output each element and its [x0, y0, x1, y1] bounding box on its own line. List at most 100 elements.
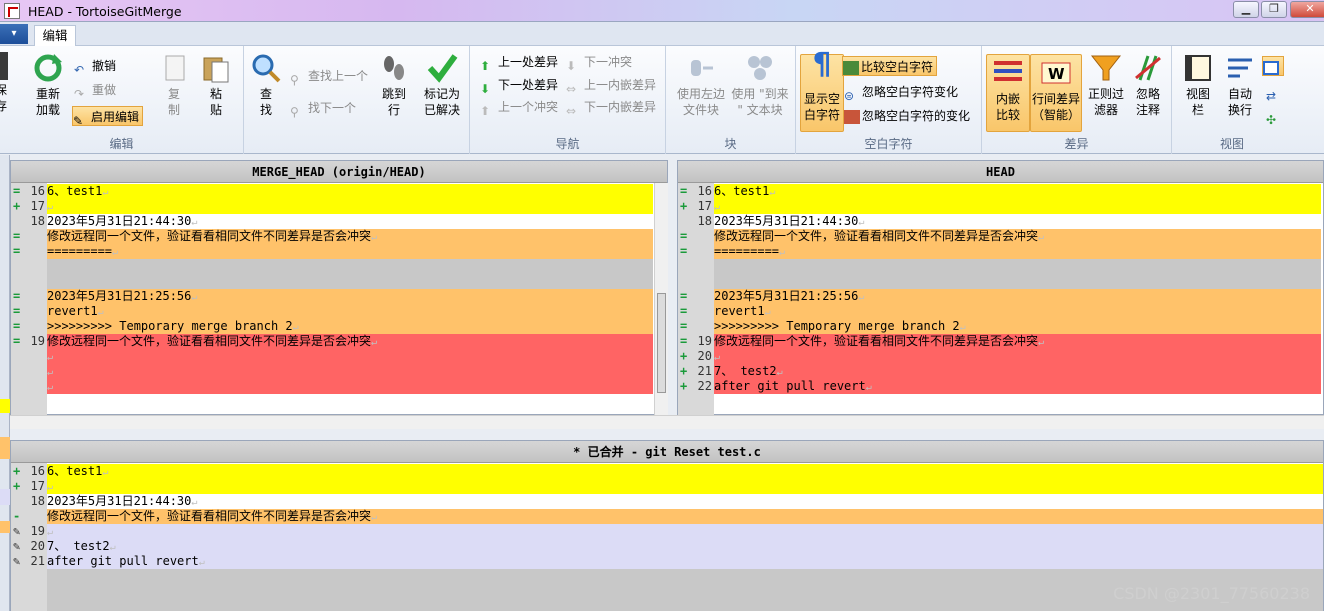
diff-line[interactable]: = revert1↵ — [11, 304, 653, 319]
prev-inline-button[interactable]: ⇔ 上一内嵌差异 — [566, 75, 656, 96]
diff-line[interactable]: ↵ — [11, 379, 653, 394]
prev-conflict-button[interactable]: ⬆ 上一个冲突 — [480, 97, 558, 118]
diff-line[interactable]: +17 ↵ — [11, 199, 653, 214]
diff-line[interactable]: 18 2023年5月31日21:44:30↵ — [11, 214, 653, 229]
find-prev-button[interactable]: ⚲ 查找上一个 — [290, 66, 368, 87]
line-text: revert1↵ — [47, 304, 104, 318]
diff-line[interactable]: +16 6、test1↵ — [11, 464, 1323, 479]
right-pane-mine[interactable]: HEAD = 16 6、test1↵ +17 ↵ 18 2023年5月31日21:44:30… — [677, 160, 1324, 415]
diff-line[interactable]: +20 ↵ — [678, 349, 1321, 364]
find-button[interactable]: 查 找 — [244, 46, 288, 118]
maximize-button[interactable]: ❐ — [1261, 1, 1287, 18]
goto-line-button[interactable]: 跳到 行 — [372, 46, 416, 118]
app-menu-button[interactable]: ▾ — [0, 24, 28, 44]
group-view: 视图 栏 自动 换行 ⇄ ✣ 视图 — [1172, 46, 1292, 154]
diff-line[interactable] — [678, 274, 1321, 289]
diff-line[interactable]: 18 2023年5月31日21:44:30↵ — [678, 214, 1321, 229]
tab-edit[interactable]: 编辑 — [34, 25, 76, 47]
layout-toggle-button[interactable] — [1262, 56, 1284, 76]
word-diff-icon: W — [1040, 57, 1072, 89]
line-marker: + — [680, 199, 688, 213]
line-number: 16 — [30, 464, 45, 478]
diff-line[interactable]: ↵ — [11, 349, 653, 364]
ignore-all-ws-icon — [844, 109, 860, 124]
diff-line[interactable]: = =========↵ — [678, 244, 1321, 259]
diff-line[interactable]: ↵ — [11, 364, 653, 379]
diff-line[interactable]: - 修改远程同一个文件，验证看看相同文件不同差异是否会冲突↵ — [11, 509, 1323, 524]
ignore-all-ws-button[interactable]: 忽略空白字符的变化 — [844, 106, 970, 126]
copy-button[interactable]: 复 制 — [152, 46, 196, 118]
diff-line[interactable]: +17 ↵ — [678, 199, 1321, 214]
left-location-strip[interactable] — [0, 155, 10, 611]
ignore-ws-change-button[interactable]: ⊜ 忽略空白字符变化 — [844, 82, 958, 103]
enable-edit-button[interactable]: ✎ 启用编辑 — [72, 106, 144, 128]
minimize-button[interactable]: ▁ — [1233, 1, 1259, 18]
line-number: 22 — [697, 379, 712, 393]
line-end-marker: ↵ — [47, 202, 54, 213]
diff-line[interactable]: +21 7、 test2↵ — [678, 364, 1321, 379]
use-incoming-block-button[interactable]: 使用 "到来 " 文本块 — [730, 46, 790, 118]
diff-line[interactable]: = >>>>>>>>> Temporary merge branch 2↵ — [11, 319, 653, 334]
mark-resolved-button[interactable]: 标记为 已解决 — [420, 46, 464, 118]
diff-line[interactable]: = 16 6、test1↵ — [11, 184, 653, 199]
swap-button[interactable]: ⇄ — [1266, 82, 1284, 103]
diff-line[interactable]: = 2023年5月31日21:25:56↵ — [11, 289, 653, 304]
close-button[interactable]: ✕ — [1290, 1, 1324, 18]
save-button[interactable]: 保存 — [0, 46, 12, 114]
line-marker: = — [680, 184, 688, 198]
paste-button[interactable]: 粘 贴 — [194, 46, 238, 118]
diff-line[interactable]: = 16 6、test1↵ — [678, 184, 1321, 199]
diff-line[interactable]: = 修改远程同一个文件，验证看看相同文件不同差异是否会冲突↵ — [678, 229, 1321, 244]
line-text: >>>>>>>>> Temporary merge branch 2↵ — [47, 319, 299, 333]
diff-line[interactable]: = 19 修改远程同一个文件，验证看看相同文件不同差异是否会冲突↵ — [11, 334, 653, 349]
top-horizontal-scrollbar[interactable] — [10, 415, 1324, 429]
inline-diff-icon — [992, 57, 1024, 89]
diff-line[interactable]: = 19 修改远程同一个文件，验证看看相同文件不同差异是否会冲突↵ — [678, 334, 1321, 349]
find-next-button[interactable]: ⚲ 找下一个 — [290, 98, 356, 119]
search-small-icon: ⚲ — [290, 72, 299, 87]
diff-line[interactable] — [11, 274, 653, 289]
find-label: 查 找 — [259, 87, 272, 117]
diff-line[interactable]: = 2023年5月31日21:25:56↵ — [678, 289, 1321, 304]
use-left-block-label: 使用左边 文件块 — [676, 87, 725, 117]
line-diff-smart-button[interactable]: W 行间差异 （智能） — [1030, 54, 1082, 132]
next-diff-button[interactable]: ⬇ 下一处差异 — [480, 75, 558, 96]
diff-line[interactable]: ✎ 19 ↵ — [11, 524, 1323, 539]
diff-line[interactable]: +17 ↵ — [11, 479, 1323, 494]
diff-line[interactable]: ✎ 21 after git pull revert↵ — [11, 554, 1323, 569]
regex-filter-button[interactable]: 正则过 滤器 — [1084, 46, 1128, 118]
diff-line[interactable]: ✎ 20 7、 test2↵ — [11, 539, 1323, 554]
line-text: 2023年5月31日21:25:56↵ — [714, 289, 865, 303]
view-bar-button[interactable]: 视图 栏 — [1176, 46, 1220, 118]
prev-diff-button[interactable]: ⬆ 上一处差异 — [480, 52, 558, 73]
reload-button[interactable]: 重新 加载 — [26, 46, 70, 118]
auto-wrap-button[interactable]: 自动 换行 — [1218, 46, 1262, 118]
reload-icon — [32, 52, 64, 84]
line-marker: = — [13, 304, 21, 318]
show-whitespace-button[interactable]: ¶ 显示空 白字符 — [800, 50, 844, 132]
use-left-block-button[interactable]: 使用左边 文件块 — [672, 46, 730, 118]
diff-line[interactable]: 18 2023年5月31日21:44:30↵ — [11, 494, 1323, 509]
line-text: 6、test1↵ — [47, 184, 109, 198]
collapse-button[interactable]: ✣ — [1266, 106, 1284, 127]
line-end-marker: ↵ — [102, 467, 109, 478]
left-vertical-scrollbar[interactable] — [654, 183, 668, 415]
diff-line[interactable]: = revert1↵ — [678, 304, 1321, 319]
diff-line[interactable]: +22 after git pull revert↵ — [678, 379, 1321, 394]
next-conflict-button[interactable]: ⬇ 下一冲突 — [566, 52, 632, 73]
left-pane-theirs[interactable]: MERGE_HEAD (origin/HEAD) = 16 6、test1↵ +17 ↵… — [10, 160, 668, 415]
diff-line[interactable] — [11, 259, 653, 274]
diff-line[interactable]: = >>>>>>>>> Temporary merge branch 2↵ — [678, 319, 1321, 334]
diff-line[interactable]: = =========↵ — [11, 244, 653, 259]
compare-whitespace-button[interactable]: 比较空白字符 — [842, 56, 938, 76]
inline-diff-button[interactable]: 内嵌 比较 — [986, 54, 1030, 132]
line-number: 21 — [697, 364, 712, 378]
diff-line[interactable]: = 修改远程同一个文件，验证看看相同文件不同差异是否会冲突↵ — [11, 229, 653, 244]
undo-button[interactable]: ↶ 撤销 — [74, 56, 116, 77]
next-inline-button[interactable]: ⇔ 下一内嵌差异 — [566, 97, 656, 118]
watermark: CSDN @2301_77560238 — [1113, 584, 1310, 603]
redo-button[interactable]: ↷ 重做 — [74, 80, 116, 101]
reload-label: 重新 加载 — [35, 87, 60, 117]
ignore-comments-button[interactable]: 忽略 注释 — [1126, 46, 1170, 118]
diff-line[interactable] — [678, 259, 1321, 274]
